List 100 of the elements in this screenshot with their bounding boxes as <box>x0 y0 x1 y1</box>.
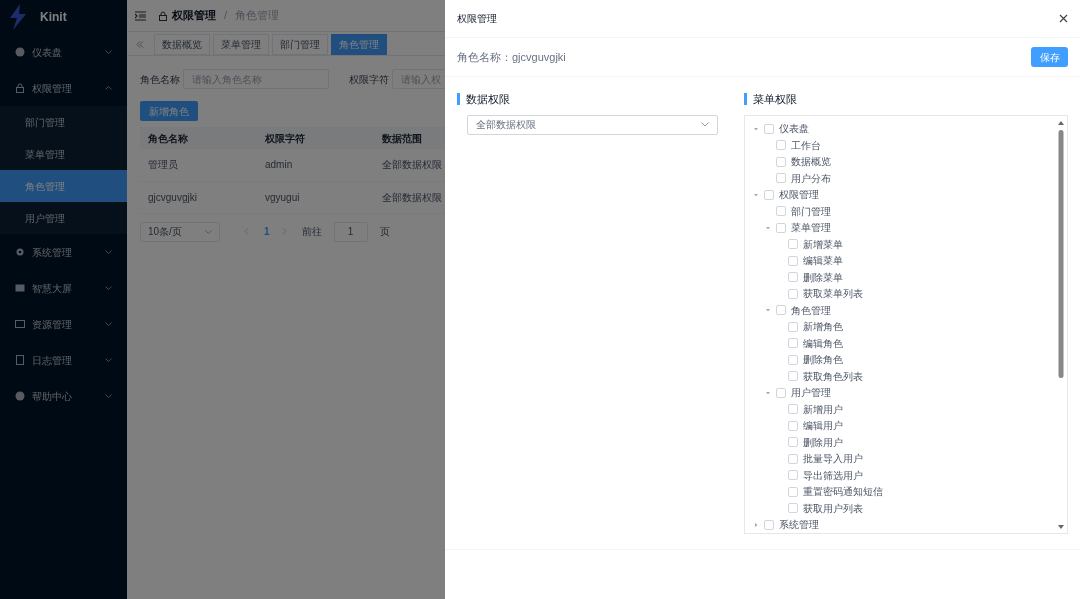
tree-item-label[interactable]: 获取角色列表 <box>803 368 863 384</box>
caret-icon[interactable] <box>765 307 771 314</box>
role-name-label: 角色名称：gjcvguvgjki <box>457 49 566 65</box>
tree-item-label[interactable]: 用户管理 <box>791 385 831 401</box>
checkbox[interactable] <box>764 123 774 134</box>
lock-icon <box>15 83 25 93</box>
breadcrumb-item[interactable]: 权限管理 <box>172 7 216 24</box>
sidebar-item[interactable]: 资源管理 <box>0 306 127 342</box>
tree-item-label[interactable]: 编辑菜单 <box>803 253 843 269</box>
caret-icon[interactable] <box>753 521 759 528</box>
tree-item-label[interactable]: 工作台 <box>791 137 821 153</box>
checkbox[interactable] <box>788 470 798 481</box>
column-header: 权限字符 <box>257 127 374 149</box>
app-name: Kinit <box>40 9 67 26</box>
checkbox[interactable] <box>788 453 798 464</box>
checkbox[interactable] <box>788 420 798 431</box>
checkbox[interactable] <box>764 189 774 200</box>
tab[interactable]: 菜单管理 <box>213 34 269 55</box>
help-icon <box>15 391 25 401</box>
checkbox[interactable] <box>788 288 798 299</box>
checkbox[interactable] <box>776 156 786 167</box>
tree-item-label[interactable]: 系统管理 <box>779 517 819 533</box>
checkbox[interactable] <box>776 206 786 217</box>
chevron-down-icon <box>105 250 112 254</box>
tree-item-label[interactable]: 获取用户列表 <box>803 500 863 516</box>
settings-icon <box>15 247 25 257</box>
caret-icon[interactable] <box>753 191 759 198</box>
section-marker <box>744 93 747 106</box>
tree-item-label[interactable]: 角色管理 <box>791 302 831 318</box>
sidebar-item[interactable]: 系统管理 <box>0 234 127 270</box>
checkbox[interactable] <box>788 503 798 514</box>
checkbox[interactable] <box>788 437 798 448</box>
double-chevron-left-icon <box>136 41 144 48</box>
lightning-logo-icon <box>8 4 28 30</box>
caret-icon[interactable] <box>765 224 771 231</box>
tree-item-label[interactable]: 数据概览 <box>791 154 831 170</box>
checkbox[interactable] <box>776 387 786 398</box>
checkbox[interactable] <box>764 519 774 530</box>
sidebar-item[interactable]: 权限管理 <box>0 70 127 106</box>
section-title: 数据权限 <box>466 92 510 107</box>
tree-item-label[interactable]: 权限管理 <box>779 187 819 203</box>
table-cell: 全部数据权限 <box>374 149 600 181</box>
section-title: 菜单权限 <box>753 92 797 107</box>
tree-item-label[interactable]: 编辑用户 <box>803 418 843 434</box>
chevron-down-icon <box>105 50 112 54</box>
page-size-select[interactable]: 10条/页 <box>140 221 220 242</box>
screen-icon <box>15 283 25 293</box>
chevron-down-icon <box>105 358 112 362</box>
table-cell: 管理员 <box>140 149 257 181</box>
tree-item-label[interactable]: 新增角色 <box>803 319 843 335</box>
checkbox[interactable] <box>788 239 798 250</box>
tree-item-label[interactable]: 菜单管理 <box>791 220 831 236</box>
sidebar-item[interactable]: 智慧大屏 <box>0 270 127 306</box>
tree-item-label[interactable]: 新增菜单 <box>803 236 843 252</box>
tree-item-label[interactable]: 用户分布 <box>791 170 831 186</box>
sidebar-item[interactable]: 仪表盘 <box>0 34 127 70</box>
tree-item-label[interactable]: 删除菜单 <box>803 269 843 285</box>
tree-item-label[interactable]: 获取菜单列表 <box>803 286 863 302</box>
tree-item-label[interactable]: 仪表盘 <box>779 121 809 137</box>
checkbox[interactable] <box>788 255 798 266</box>
document-icon <box>15 355 25 365</box>
field-label: 权限字符 <box>349 72 389 87</box>
tree-item-label[interactable]: 重置密码通知短信 <box>803 484 883 500</box>
chevron-up-icon <box>105 86 112 90</box>
tree-item-label[interactable]: 编辑角色 <box>803 335 843 351</box>
chevron-down-icon <box>105 394 112 398</box>
checkbox[interactable] <box>776 173 786 184</box>
data-scope-select[interactable]: 全部数据权限 <box>467 114 718 135</box>
tree-item-label[interactable]: 新增用户 <box>803 401 843 417</box>
chevron-down-icon <box>205 229 212 234</box>
checkbox[interactable] <box>788 371 798 382</box>
goto-suffix: 页 <box>379 225 390 239</box>
menu-icon[interactable] <box>135 10 146 21</box>
checkbox[interactable] <box>788 338 798 349</box>
caret-icon[interactable] <box>753 125 759 132</box>
checkbox[interactable] <box>788 404 798 415</box>
tree-item-label[interactable]: 部门管理 <box>791 203 831 219</box>
checkbox[interactable] <box>776 305 786 316</box>
tree-item-label[interactable]: 导出筛选用户 <box>803 467 863 483</box>
sidebar-item[interactable]: 日志管理 <box>0 342 127 378</box>
tree-item-label[interactable]: 删除角色 <box>803 352 843 368</box>
tree-item-label[interactable]: 批量导入用户 <box>803 451 863 467</box>
drawer-title: 权限管理 <box>457 12 497 26</box>
tab[interactable]: 数据概览 <box>154 34 210 55</box>
checkbox[interactable] <box>788 321 798 332</box>
tree-item-label[interactable]: 删除用户 <box>803 434 843 450</box>
card-icon <box>15 319 25 329</box>
tab[interactable]: 部门管理 <box>272 34 328 55</box>
field-label: 角色名称 <box>140 72 180 87</box>
close-icon[interactable] <box>1059 14 1068 23</box>
checkbox[interactable] <box>788 272 798 283</box>
table-cell: vgyugui <box>257 181 374 213</box>
table-cell: 全部数据权限 <box>374 181 600 213</box>
sidebar-item[interactable]: 帮助中心 <box>0 378 127 414</box>
checkbox[interactable] <box>788 354 798 365</box>
caret-icon[interactable] <box>765 389 771 396</box>
checkbox[interactable] <box>776 140 786 151</box>
page-input[interactable]: 1 <box>333 221 368 242</box>
checkbox[interactable] <box>776 222 786 233</box>
checkbox[interactable] <box>788 486 798 497</box>
